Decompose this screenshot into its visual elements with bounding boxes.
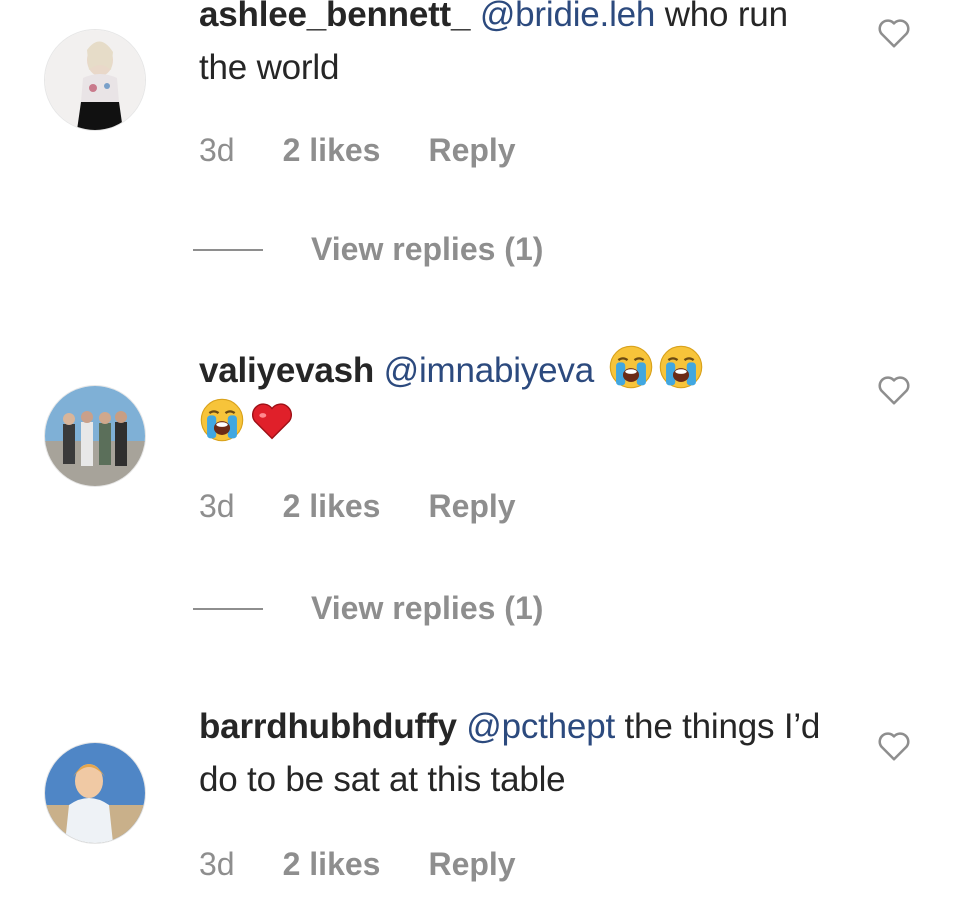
reply-button[interactable]: Reply bbox=[428, 846, 515, 883]
comment-timestamp[interactable]: 3d bbox=[199, 488, 235, 525]
avatar-image bbox=[45, 30, 145, 130]
loudly-crying-face-icon bbox=[608, 344, 654, 390]
comment-text: ashlee_bennett_ @bridie.leh who run the … bbox=[199, 0, 839, 94]
replies-divider-line bbox=[193, 607, 263, 610]
avatar[interactable] bbox=[44, 29, 146, 131]
comment-timestamp[interactable]: 3d bbox=[199, 132, 235, 169]
comment-text: barrdhubhduffy @pcthept the things I’d d… bbox=[199, 700, 839, 806]
avatar[interactable] bbox=[44, 742, 146, 844]
view-replies-label: View replies (1) bbox=[311, 231, 544, 267]
like-heart-icon[interactable] bbox=[874, 370, 914, 408]
red-heart-icon bbox=[249, 397, 295, 443]
likes-count[interactable]: 2 likes bbox=[283, 132, 381, 169]
loudly-crying-face-icon bbox=[658, 344, 704, 390]
comment-timestamp[interactable]: 3d bbox=[199, 846, 235, 883]
comment-text: valiyevash @imnabiyeva bbox=[199, 344, 839, 450]
view-replies-label: View replies (1) bbox=[311, 590, 544, 626]
comment-meta: 3d 2 likes Reply bbox=[199, 846, 516, 883]
like-heart-icon[interactable] bbox=[874, 13, 914, 51]
comment-username[interactable]: barrdhubhduffy bbox=[199, 707, 457, 746]
comment-username[interactable]: valiyevash bbox=[199, 351, 374, 390]
comment-meta: 3d 2 likes Reply bbox=[199, 132, 516, 169]
comment-meta: 3d 2 likes Reply bbox=[199, 488, 516, 525]
likes-count[interactable]: 2 likes bbox=[283, 846, 381, 883]
comment-username[interactable]: ashlee_bennett_ bbox=[199, 0, 470, 34]
replies-divider-line bbox=[193, 248, 263, 251]
loudly-crying-face-icon bbox=[199, 397, 245, 443]
avatar-image bbox=[45, 743, 145, 843]
view-replies-button[interactable]: View replies (1) bbox=[193, 231, 543, 268]
reply-button[interactable]: Reply bbox=[428, 132, 515, 169]
comment-mention[interactable]: @pcthept bbox=[466, 707, 615, 746]
reply-button[interactable]: Reply bbox=[428, 488, 515, 525]
comment-mention[interactable]: @bridie.leh bbox=[480, 0, 656, 34]
avatar-image bbox=[45, 386, 145, 486]
avatar[interactable] bbox=[44, 385, 146, 487]
view-replies-button[interactable]: View replies (1) bbox=[193, 590, 543, 627]
like-heart-icon[interactable] bbox=[874, 726, 914, 764]
likes-count[interactable]: 2 likes bbox=[283, 488, 381, 525]
comment-mention[interactable]: @imnabiyeva bbox=[384, 351, 595, 390]
